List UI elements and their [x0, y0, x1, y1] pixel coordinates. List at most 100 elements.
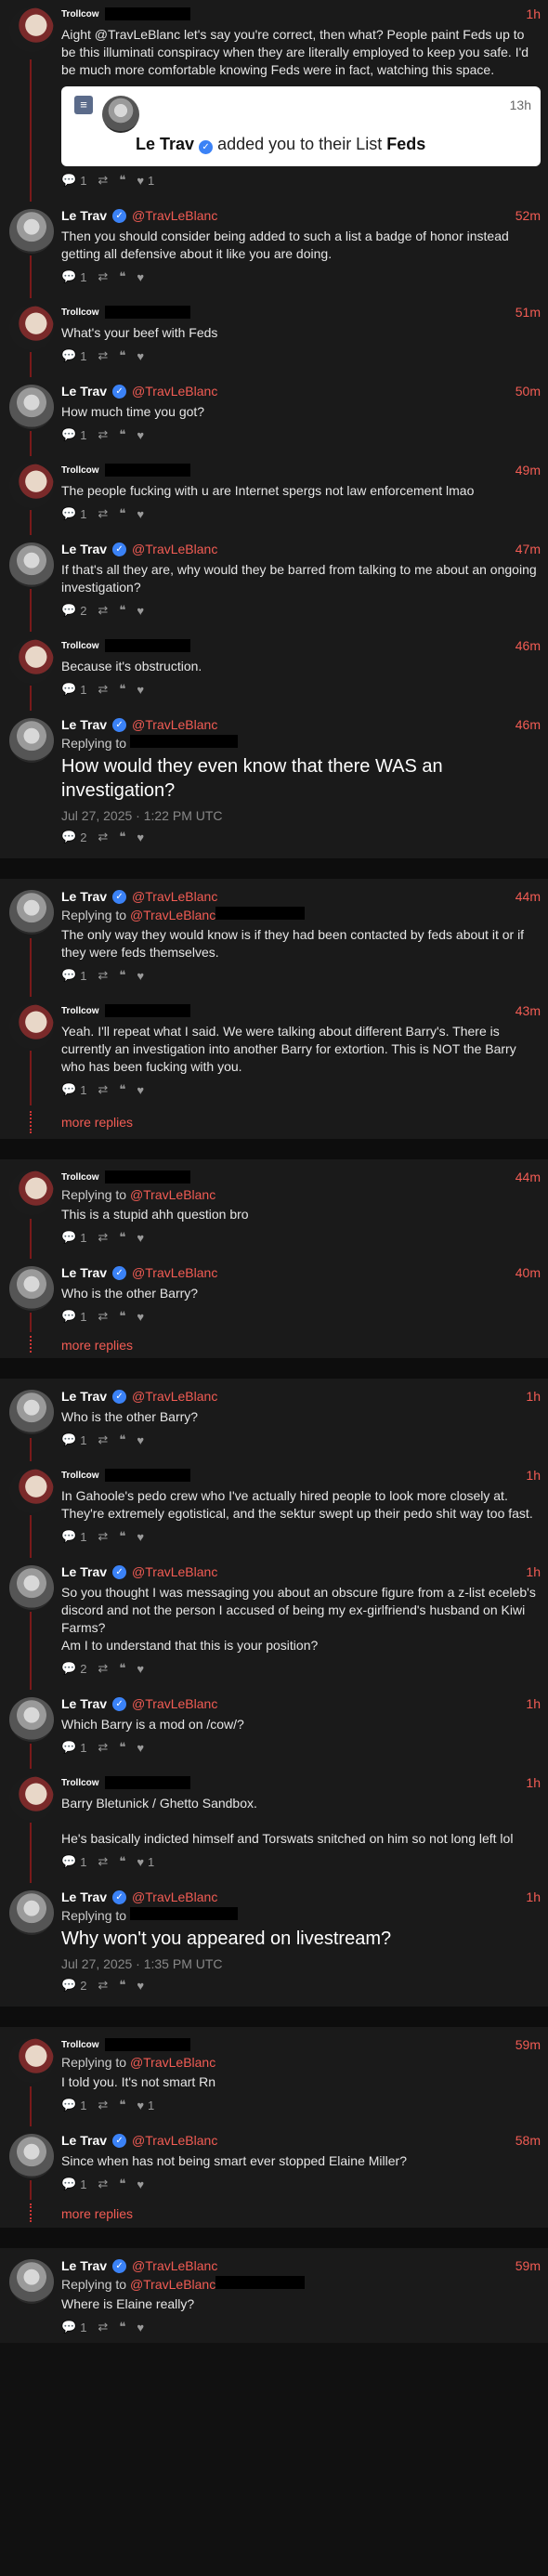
replying-to-handle[interactable]: @TravLeBlanc [130, 2277, 215, 2292]
avatar[interactable] [9, 718, 54, 763]
reply-button[interactable]: 💬 1 [61, 2098, 86, 2112]
tweet[interactable]: Le Trav ✓ @TravLeBlanc 52m Then you should … [0, 196, 548, 293]
quote-button[interactable]: ❝ [119, 682, 125, 697]
timestamp[interactable]: 1h [526, 1389, 541, 1404]
avatar[interactable] [9, 385, 54, 429]
timestamp[interactable]: 40m [515, 1265, 541, 1280]
author-name[interactable]: Le Trav [61, 717, 107, 732]
repost-button[interactable]: ⇄ [98, 348, 108, 363]
timestamp[interactable]: 46m [515, 638, 541, 653]
reply-button[interactable]: 💬 1 [61, 1082, 86, 1097]
repost-button[interactable]: ⇄ [98, 1978, 108, 1993]
repost-button[interactable]: ⇄ [98, 830, 108, 844]
tweet[interactable]: Trollcow 51m What's your beef with Feds 💬… [0, 293, 548, 372]
like-button[interactable]: ♥ [137, 830, 144, 844]
like-button[interactable]: ♥ 1 [137, 174, 154, 188]
reply-button[interactable]: 💬 1 [61, 1309, 86, 1324]
repost-button[interactable]: ⇄ [98, 1529, 108, 1544]
reply-button[interactable]: 💬 1 [61, 1854, 86, 1869]
quote-button[interactable]: ❝ [119, 173, 125, 188]
more-replies-link[interactable]: more replies [0, 2200, 548, 2228]
author-name[interactable]: Le Trav [61, 1890, 107, 1904]
reply-button[interactable]: 💬 1 [61, 348, 86, 363]
quote-button[interactable]: ❝ [119, 968, 125, 983]
author-handle[interactable]: @TravLeBlanc [132, 208, 217, 223]
repost-button[interactable]: ⇄ [98, 2177, 108, 2191]
author-name[interactable]: Le Trav [61, 1389, 107, 1404]
like-button[interactable]: ♥ [137, 1530, 144, 1544]
avatar[interactable] [9, 2259, 54, 2304]
timestamp[interactable]: 47m [515, 542, 541, 556]
author-handle[interactable]: @TravLeBlanc [132, 889, 217, 904]
like-button[interactable]: ♥ [137, 969, 144, 983]
like-button[interactable]: ♥ [137, 507, 144, 521]
timestamp[interactable]: 59m [515, 2037, 541, 2052]
author-handle[interactable]: @TravLeBlanc [132, 2258, 217, 2273]
reply-button[interactable]: 💬 1 [61, 1740, 86, 1755]
tweet[interactable]: Le Trav ✓ @TravLeBlanc 47m If that's all th… [0, 530, 548, 626]
tweet[interactable]: Trollcow 46m Because it's obstruction. 💬 1… [0, 626, 548, 705]
author-handle[interactable]: @TravLeBlanc [132, 1389, 217, 1404]
timestamp[interactable]: 58m [515, 2133, 541, 2148]
repost-button[interactable]: ⇄ [98, 1082, 108, 1097]
quote-button[interactable]: ❝ [119, 1978, 125, 1993]
reply-button[interactable]: 💬 1 [61, 1432, 86, 1447]
replying-to-handle[interactable]: @TravLeBlanc [130, 2055, 215, 2070]
like-button[interactable]: ♥ [137, 1231, 144, 1245]
timestamp[interactable]: 1h [526, 1564, 541, 1579]
reply-button[interactable]: 💬 2 [61, 603, 86, 618]
tweet[interactable]: Trollcow 43m Yeah. I'll repeat what I sai… [0, 991, 548, 1105]
author-name[interactable]: Le Trav [61, 542, 107, 556]
replying-to-handle[interactable]: @TravLeBlanc [130, 1187, 215, 1202]
avatar[interactable] [9, 1004, 54, 1049]
timestamp[interactable]: 44m [515, 1170, 541, 1184]
author-handle[interactable]: @TravLeBlanc [132, 1696, 217, 1711]
timestamp[interactable]: 1h [526, 1468, 541, 1483]
quote-button[interactable]: ❝ [119, 2320, 125, 2334]
like-button[interactable]: ♥ [137, 270, 144, 284]
reply-button[interactable]: 💬 1 [61, 269, 86, 284]
repost-button[interactable]: ⇄ [98, 1854, 108, 1869]
quote-button[interactable]: ❝ [119, 1661, 125, 1676]
quote-button[interactable]: ❝ [119, 2098, 125, 2112]
avatar[interactable] [9, 1266, 54, 1311]
more-replies-label[interactable]: more replies [61, 2206, 133, 2221]
avatar[interactable] [9, 306, 54, 350]
quote-button[interactable]: ❝ [119, 830, 125, 844]
avatar[interactable] [9, 2038, 54, 2083]
quote-button[interactable]: ❝ [119, 269, 125, 284]
more-replies-link[interactable]: more replies [0, 1105, 548, 1139]
repost-button[interactable]: ⇄ [98, 603, 108, 618]
repost-button[interactable]: ⇄ [98, 427, 108, 442]
tweet[interactable]: Trollcow 44m Replying to @TravLeBlanc Thi… [0, 1159, 548, 1253]
repost-button[interactable]: ⇄ [98, 1432, 108, 1447]
repost-button[interactable]: ⇄ [98, 1661, 108, 1676]
author-handle[interactable]: @TravLeBlanc [132, 1564, 217, 1579]
avatar[interactable] [9, 543, 54, 587]
author-handle[interactable]: @TravLeBlanc [132, 542, 217, 556]
avatar[interactable] [9, 209, 54, 254]
repost-button[interactable]: ⇄ [98, 968, 108, 983]
timestamp[interactable]: 49m [515, 463, 541, 477]
reply-button[interactable]: 💬 1 [61, 506, 86, 521]
author-name[interactable]: Trollcow [61, 1172, 99, 1183]
repost-button[interactable]: ⇄ [98, 2098, 108, 2112]
like-button[interactable]: ♥ [137, 349, 144, 363]
reply-button[interactable]: 💬 1 [61, 968, 86, 983]
like-button[interactable]: ♥ [137, 683, 144, 697]
like-button[interactable]: ♥ [137, 1083, 144, 1097]
reply-button[interactable]: 💬 1 [61, 1230, 86, 1245]
like-button[interactable]: ♥ 1 [137, 2099, 154, 2112]
replying-to-handle[interactable]: @TravLeBlanc [130, 908, 215, 922]
avatar[interactable] [9, 1697, 54, 1742]
timestamp[interactable]: 1h [526, 1775, 541, 1790]
author-name[interactable]: Le Trav [61, 889, 107, 904]
tweet[interactable]: Trollcow 49m The people fucking with u ar… [0, 451, 548, 530]
author-name[interactable]: Le Trav [61, 2258, 107, 2273]
tweet[interactable]: Trollcow 1h Barry Bletunick / Ghetto Sand… [0, 1763, 548, 1877]
repost-button[interactable]: ⇄ [98, 2320, 108, 2334]
quote-button[interactable]: ❝ [119, 1529, 125, 1544]
quote-button[interactable]: ❝ [119, 506, 125, 521]
reply-button[interactable]: 💬 1 [61, 427, 86, 442]
tweet[interactable]: Le Trav ✓ @TravLeBlanc 50m How much time yo… [0, 372, 548, 451]
